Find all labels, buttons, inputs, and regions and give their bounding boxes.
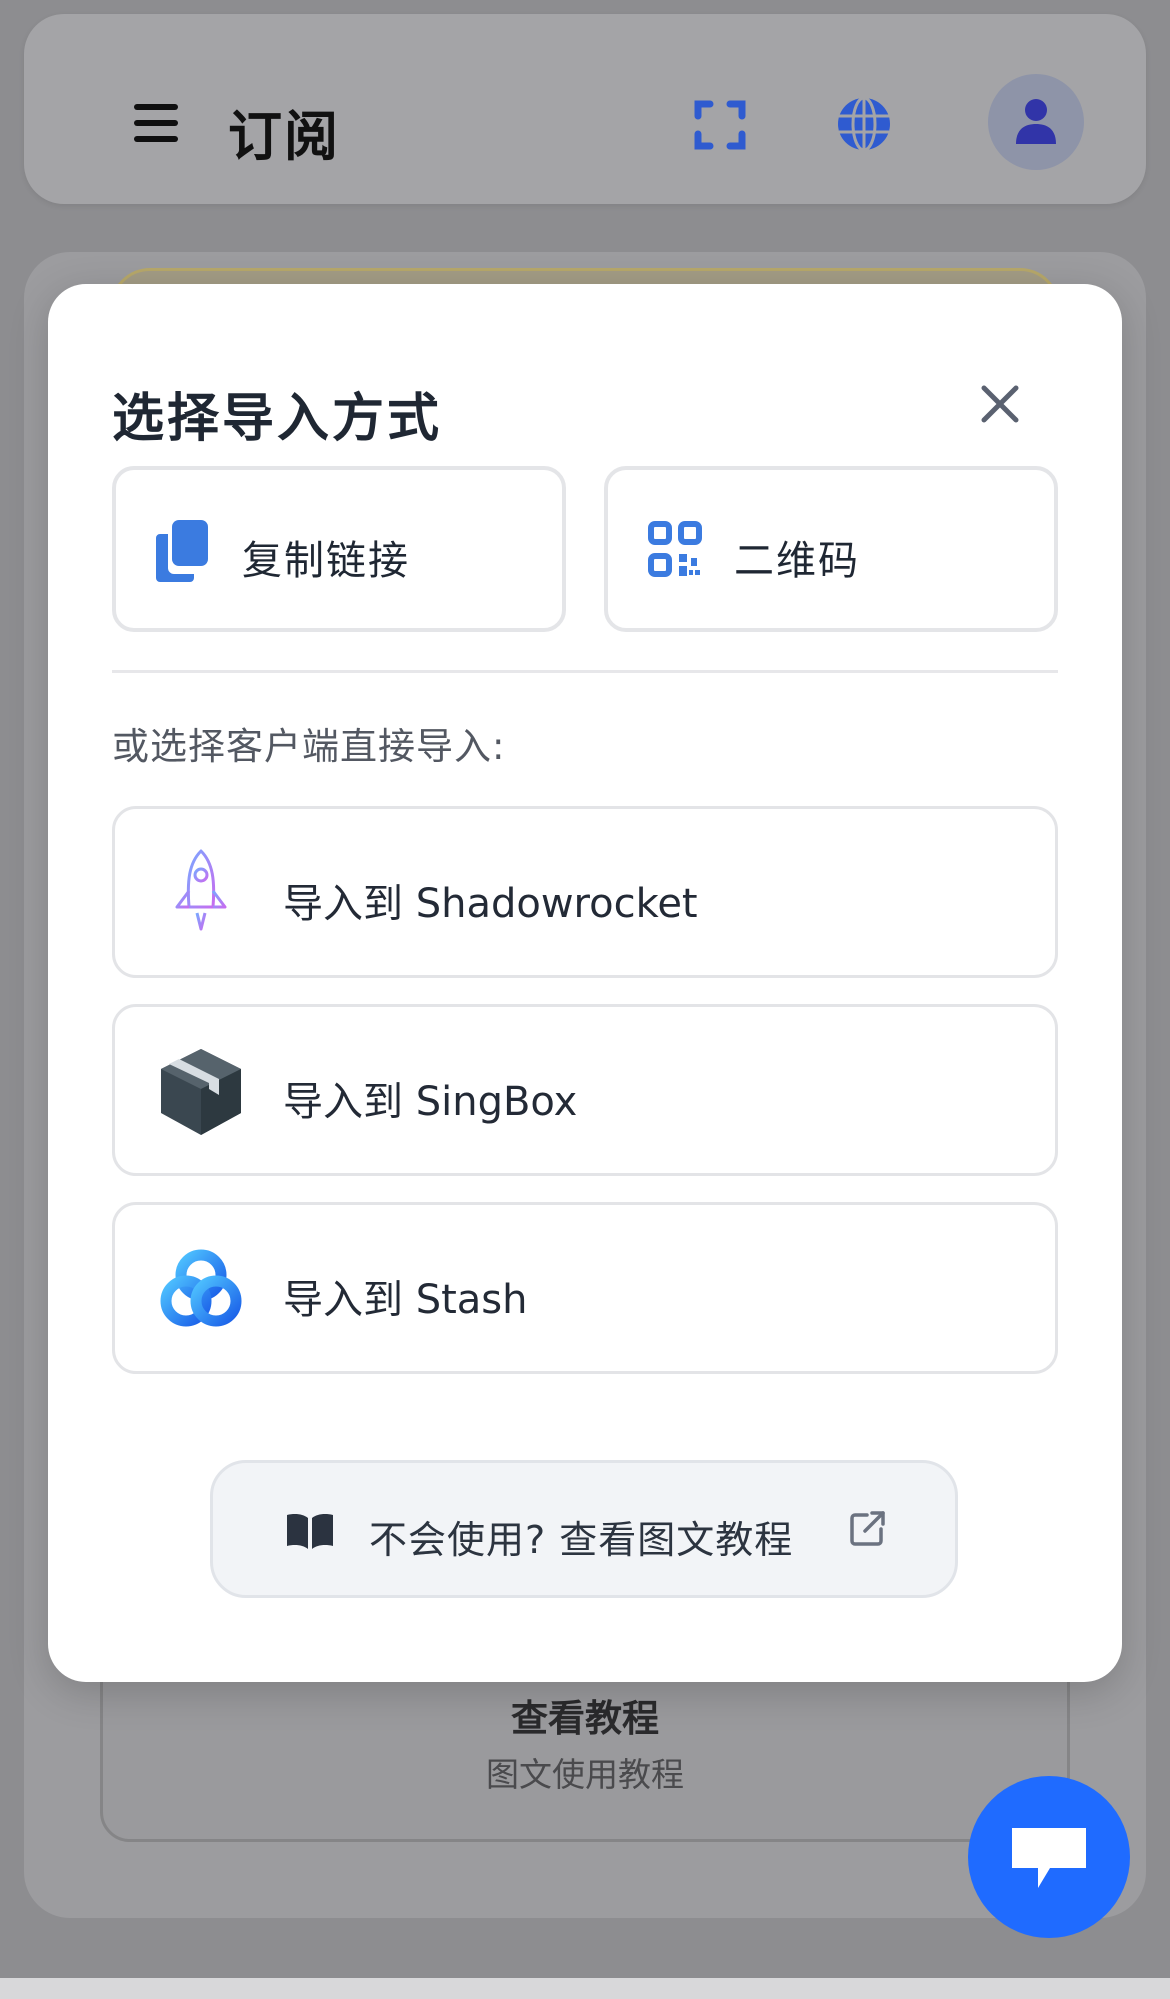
import-shadowrocket-button[interactable]: 导入到 Shadowrocket: [112, 806, 1058, 978]
chat-icon: [1012, 1828, 1086, 1888]
qr-code-button[interactable]: 二维码: [604, 466, 1058, 632]
copy-link-button[interactable]: 复制链接: [112, 466, 566, 632]
scan-icon[interactable]: [694, 100, 746, 150]
copy-icon: [156, 520, 208, 582]
stash-icon: [160, 1249, 242, 1327]
view-tutorial-label: 不会使用? 查看图文教程: [369, 1518, 794, 1562]
import-stash-label: 导入到 Stash: [283, 1277, 528, 1323]
client-import-prompt: 或选择客户端直接导入:: [112, 725, 506, 768]
modal-title: 选择导入方式: [112, 389, 443, 449]
import-stash-button[interactable]: 导入到 Stash: [112, 1202, 1058, 1374]
page-title: 订阅: [228, 105, 340, 168]
background-tutorial-title: 查看教程: [511, 1697, 659, 1740]
user-icon: [1016, 99, 1056, 144]
avatar[interactable]: [988, 74, 1084, 170]
chat-support-button[interactable]: [968, 1776, 1130, 1938]
background-tutorial-subtitle: 图文使用教程: [486, 1755, 684, 1794]
import-method-modal: 选择导入方式 复制链接 二维码 或选择客户端直接导入: 导入到 Shadowro…: [48, 284, 1122, 1682]
book-icon: [287, 1514, 333, 1549]
bottom-bar: [0, 1978, 1170, 1999]
qr-code-label: 二维码: [734, 538, 860, 584]
view-tutorial-button[interactable]: 不会使用? 查看图文教程: [210, 1460, 958, 1598]
import-singbox-button[interactable]: 导入到 SingBox: [112, 1004, 1058, 1176]
menu-icon[interactable]: [134, 104, 178, 142]
copy-link-label: 复制链接: [242, 538, 410, 584]
singbox-icon: [161, 1049, 241, 1135]
import-singbox-label: 导入到 SingBox: [283, 1079, 578, 1125]
shadowrocket-icon: [175, 849, 227, 931]
divider: [112, 670, 1058, 673]
globe-icon[interactable]: [836, 96, 892, 152]
close-icon[interactable]: [976, 380, 1024, 428]
qr-code-icon: [648, 521, 702, 577]
external-link-icon: [850, 1511, 885, 1546]
import-shadowrocket-label: 导入到 Shadowrocket: [283, 881, 698, 927]
app-header: 订阅: [24, 14, 1146, 204]
